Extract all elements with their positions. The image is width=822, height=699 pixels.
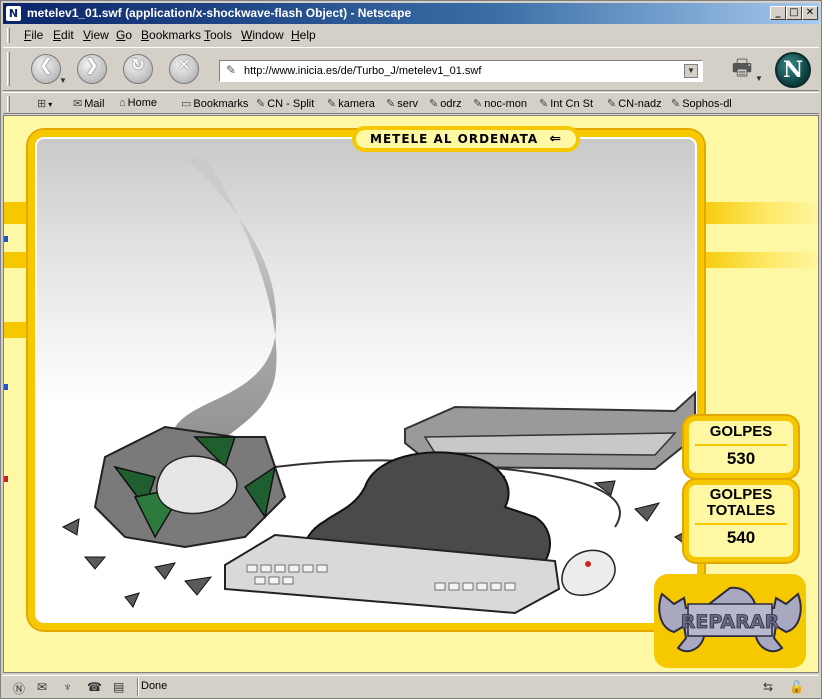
toolbar-grip[interactable] [7,96,10,112]
security-lock-icon[interactable]: 🔓 [789,680,804,694]
golpes-value: 530 [726,449,756,468]
bookmark-icon: ✎ [386,98,396,110]
menu-file[interactable]: File [24,28,43,42]
address-book-icon[interactable]: ☎ [87,680,102,694]
monitor-bezel [423,432,677,456]
status-separator [137,678,139,696]
reload-button[interactable]: ↻ [123,54,153,84]
menu-go[interactable]: Go [116,28,132,42]
golpes-label: GOLPES [709,423,773,440]
menu-help[interactable]: Help [291,28,316,42]
undo-arrow-icon[interactable]: ⇐ [549,131,562,147]
netscape-app-icon: N [6,6,21,21]
flash-content-area[interactable]: METELE AL ORDENATA ⇐ GOLPES 530 GOLPES T… [3,115,819,673]
toolbar-grip[interactable] [7,28,10,43]
title-bar[interactable]: N metelev1_01.swf (application/x-shockwa… [3,3,819,24]
tabs-icon: ⊞ [37,98,47,110]
folder-icon: ▭ [181,98,192,110]
page-icon[interactable]: ▤ [113,680,124,694]
bookmark-icon: ✎ [256,98,266,110]
toolbar-link-int-cn-st[interactable]: ✎ Int Cn St [539,97,593,110]
navigation-toolbar: ❮ ▼ ❯ ↻ ✕ ✎ ▼ 🖶 ▼ N [3,47,819,91]
edge-marker [4,476,8,482]
stop-button[interactable]: ✕ [169,54,199,84]
menu-view[interactable]: View [83,28,109,42]
game-title-banner: METELE AL ORDENATA ⇐ [352,126,581,152]
toolbar-link-cn-nadz[interactable]: ✎ CN-nadz [607,97,662,110]
game-title-text: METELE AL ORDENATA [370,132,539,146]
bookmark-icon: ✎ [327,98,337,110]
toolbar-link-sophos-dl[interactable]: ✎ Sophos-dl [671,97,732,110]
smashed-computer-illustration[interactable] [35,137,697,623]
right-decor-band [694,202,818,224]
url-input[interactable] [244,63,684,79]
back-button[interactable]: ❮ [31,54,61,84]
bookmark-icon: ✎ [607,98,617,110]
composer-icon[interactable]: ♆ [63,680,72,694]
smoke-plume [162,157,277,467]
golpes-totales-value: 540 [726,528,756,547]
golpes-totales-panel: GOLPES TOTALES 540 [684,480,798,562]
netscape-logo[interactable]: N [775,52,811,88]
tabs-icon-button[interactable]: ⊞ ▾ [37,97,52,110]
close-button[interactable]: ✕ [802,6,818,20]
toolbar-link-noc-mon[interactable]: ✎ noc-mon [473,97,527,110]
menu-bar: File Edit View Go Bookmarks Tools Window… [3,25,819,46]
menu-bookmarks[interactable]: Bookmarks [141,28,201,42]
printer-icon: 🖶 [731,55,753,80]
status-text: Done [141,680,168,692]
toolbar-link-serv[interactable]: ✎ serv [386,97,418,110]
edge-marker [4,384,8,390]
mail-icon[interactable]: ✉ [37,680,47,694]
menu-edit[interactable]: Edit [53,28,74,42]
menu-window[interactable]: Window [241,28,284,42]
toolbar-link-bookmarks[interactable]: ▭ Bookmarks [181,97,248,110]
back-arrow-icon: ❮ [39,55,53,74]
window-title: metelev1_01.swf (application/x-shockwave… [27,6,412,20]
print-dropdown-icon[interactable]: ▼ [755,74,763,83]
url-bar[interactable]: ✎ ▼ [219,60,703,82]
toolbar-link-cn-split[interactable]: ✎ CN - Split [256,97,314,110]
forward-button[interactable]: ❯ [77,54,107,84]
mail-icon: ✉ [73,98,83,110]
browser-window: N metelev1_01.swf (application/x-shockwa… [0,0,822,699]
right-decor-band [694,252,818,268]
golpes-totales-label: GOLPES TOTALES [706,486,776,519]
maximize-button[interactable]: □ [786,6,802,20]
minimize-button[interactable]: _ [770,6,786,20]
bookmark-icon: ✎ [671,98,681,110]
forward-arrow-icon: ❯ [85,55,99,74]
broken-mouse [561,549,616,596]
repair-label: REPARAR [681,611,780,633]
bookmark-icon: ✎ [539,98,549,110]
repair-button[interactable]: REPARAR [654,574,806,668]
golpes-panel: GOLPES 530 [684,416,798,478]
home-icon: ⌂ [119,97,126,109]
toolbar-link-home[interactable]: ⌂ Home [119,97,157,109]
netscape-status-icon[interactable]: Ⓝ [13,680,25,697]
toolbar-link-odrz[interactable]: ✎ odrz [429,97,462,110]
menu-tools[interactable]: Tools [204,28,232,42]
toolbar-link-kamera[interactable]: ✎ kamera [327,97,375,110]
bookmark-icon: ✎ [429,98,439,110]
mouse-red-led [585,561,591,567]
back-dropdown-icon[interactable]: ▼ [59,76,67,85]
game-stage[interactable] [28,130,704,630]
status-bar: Ⓝ ✉ ♆ ☎ ▤ Done ⇆ 🔓 [3,675,819,697]
print-button[interactable]: 🖶 [727,54,757,82]
bookmark-icon: ✎ [473,98,483,110]
toolbar-grip[interactable] [7,52,10,86]
reload-icon: ↻ [131,55,145,74]
toolbar-link-mail[interactable]: ✉ Mail [73,97,104,110]
repair-button-frame: REPARAR [654,574,806,668]
personal-toolbar: ⊞ ▾ ✉ Mail ⌂ Home ▭ Bookmarks ✎ CN - Split ✎ k… [3,92,819,114]
edge-marker [4,236,8,242]
url-dropdown-button[interactable]: ▼ [684,64,698,78]
stop-icon: ✕ [177,55,191,74]
connection-icon[interactable]: ⇆ [763,680,773,694]
page-proxy-icon[interactable]: ✎ [226,63,236,77]
